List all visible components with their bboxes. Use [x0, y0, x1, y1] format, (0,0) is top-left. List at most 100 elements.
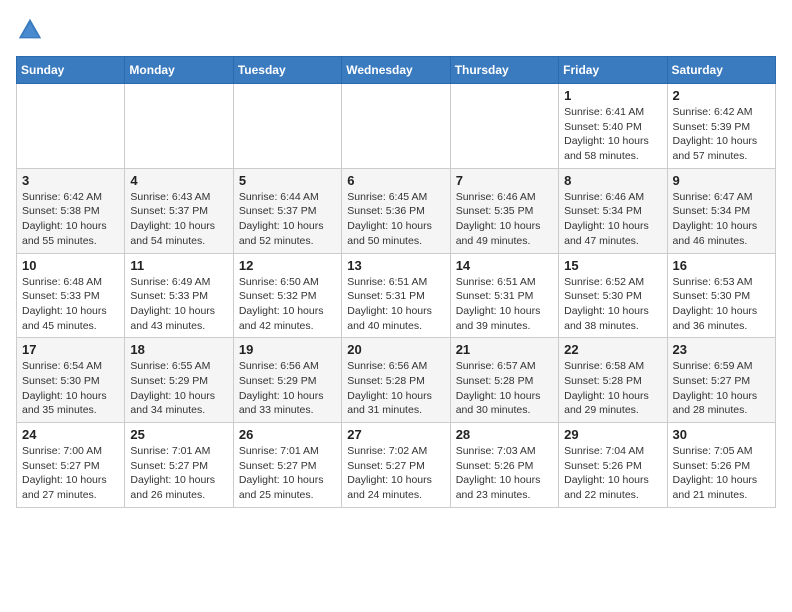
- calendar-cell: [450, 84, 558, 169]
- day-number: 16: [673, 258, 770, 273]
- calendar-cell: 16 Sunrise: 6:53 AM Sunset: 5:30 PM Dayli…: [667, 253, 775, 338]
- day-detail: Sunrise: 6:51 AM Sunset: 5:31 PM Dayligh…: [456, 275, 553, 334]
- calendar-cell: 18 Sunrise: 6:55 AM Sunset: 5:29 PM Dayli…: [125, 338, 233, 423]
- day-detail: Sunrise: 6:55 AM Sunset: 5:29 PM Dayligh…: [130, 359, 227, 418]
- calendar-cell: 27 Sunrise: 7:02 AM Sunset: 5:27 PM Dayli…: [342, 423, 450, 508]
- day-number: 2: [673, 88, 770, 103]
- day-detail: Sunrise: 7:02 AM Sunset: 5:27 PM Dayligh…: [347, 444, 444, 503]
- day-number: 20: [347, 342, 444, 357]
- day-detail: Sunrise: 6:47 AM Sunset: 5:34 PM Dayligh…: [673, 190, 770, 249]
- calendar-cell: 21Sunrise: 6:57 AM Sunset: 5:28 PM Dayli…: [450, 338, 558, 423]
- day-detail: Sunrise: 7:04 AM Sunset: 5:26 PM Dayligh…: [564, 444, 661, 503]
- calendar-cell: 28 Sunrise: 7:03 AM Sunset: 5:26 PM Dayli…: [450, 423, 558, 508]
- weekday-header: Monday: [125, 57, 233, 84]
- day-number: 19: [239, 342, 336, 357]
- day-detail: Sunrise: 6:43 AM Sunset: 5:37 PM Dayligh…: [130, 190, 227, 249]
- day-detail: Sunrise: 6:49 AM Sunset: 5:33 PM Dayligh…: [130, 275, 227, 334]
- day-number: 17: [22, 342, 119, 357]
- day-number: 30: [673, 427, 770, 442]
- day-number: 25: [130, 427, 227, 442]
- weekday-header: Thursday: [450, 57, 558, 84]
- day-number: 13: [347, 258, 444, 273]
- day-detail: Sunrise: 6:51 AM Sunset: 5:31 PM Dayligh…: [347, 275, 444, 334]
- day-number: 8: [564, 173, 661, 188]
- day-detail: Sunrise: 6:50 AM Sunset: 5:32 PM Dayligh…: [239, 275, 336, 334]
- calendar-cell: 14 Sunrise: 6:51 AM Sunset: 5:31 PM Dayli…: [450, 253, 558, 338]
- day-detail: Sunrise: 6:56 AM Sunset: 5:28 PM Dayligh…: [347, 359, 444, 418]
- day-number: 14: [456, 258, 553, 273]
- calendar-cell: 2 Sunrise: 6:42 AM Sunset: 5:39 PM Daylig…: [667, 84, 775, 169]
- calendar-cell: 23 Sunrise: 6:59 AM Sunset: 5:27 PM Dayli…: [667, 338, 775, 423]
- day-number: 24: [22, 427, 119, 442]
- logo: [16, 16, 48, 44]
- day-detail: Sunrise: 6:57 AM Sunset: 5:28 PM Dayligh…: [456, 359, 553, 418]
- day-number: 5: [239, 173, 336, 188]
- calendar-cell: 30 Sunrise: 7:05 AM Sunset: 5:26 PM Dayli…: [667, 423, 775, 508]
- day-number: 9: [673, 173, 770, 188]
- day-detail: Sunrise: 7:00 AM Sunset: 5:27 PM Dayligh…: [22, 444, 119, 503]
- day-number: 23: [673, 342, 770, 357]
- day-detail: Sunrise: 6:41 AM Sunset: 5:40 PM Dayligh…: [564, 105, 661, 164]
- calendar-table: SundayMondayTuesdayWednesdayThursdayFrid…: [16, 56, 776, 508]
- day-number: 10: [22, 258, 119, 273]
- calendar-cell: 19 Sunrise: 6:56 AM Sunset: 5:29 PM Dayli…: [233, 338, 341, 423]
- calendar-cell: 7 Sunrise: 6:46 AM Sunset: 5:35 PM Daylig…: [450, 168, 558, 253]
- calendar-cell: 29 Sunrise: 7:04 AM Sunset: 5:26 PM Dayli…: [559, 423, 667, 508]
- calendar-cell: 12Sunrise: 6:50 AM Sunset: 5:32 PM Dayli…: [233, 253, 341, 338]
- day-number: 28: [456, 427, 553, 442]
- calendar-cell: 25 Sunrise: 7:01 AM Sunset: 5:27 PM Dayli…: [125, 423, 233, 508]
- day-number: 26: [239, 427, 336, 442]
- day-detail: Sunrise: 7:03 AM Sunset: 5:26 PM Dayligh…: [456, 444, 553, 503]
- calendar-cell: 20 Sunrise: 6:56 AM Sunset: 5:28 PM Dayli…: [342, 338, 450, 423]
- calendar-cell: 4 Sunrise: 6:43 AM Sunset: 5:37 PM Daylig…: [125, 168, 233, 253]
- calendar-cell: 15 Sunrise: 6:52 AM Sunset: 5:30 PM Dayli…: [559, 253, 667, 338]
- calendar-header-row: SundayMondayTuesdayWednesdayThursdayFrid…: [17, 57, 776, 84]
- calendar-cell: 9 Sunrise: 6:47 AM Sunset: 5:34 PM Daylig…: [667, 168, 775, 253]
- day-number: 18: [130, 342, 227, 357]
- day-number: 7: [456, 173, 553, 188]
- day-detail: Sunrise: 6:56 AM Sunset: 5:29 PM Dayligh…: [239, 359, 336, 418]
- day-number: 1: [564, 88, 661, 103]
- weekday-header: Friday: [559, 57, 667, 84]
- day-detail: Sunrise: 6:54 AM Sunset: 5:30 PM Dayligh…: [22, 359, 119, 418]
- calendar-cell: 26 Sunrise: 7:01 AM Sunset: 5:27 PM Dayli…: [233, 423, 341, 508]
- day-number: 29: [564, 427, 661, 442]
- day-number: 4: [130, 173, 227, 188]
- calendar-cell: [17, 84, 125, 169]
- calendar-week-row: 3Sunrise: 6:42 AM Sunset: 5:38 PM Daylig…: [17, 168, 776, 253]
- calendar-cell: 5 Sunrise: 6:44 AM Sunset: 5:37 PM Daylig…: [233, 168, 341, 253]
- day-number: 11: [130, 258, 227, 273]
- day-detail: Sunrise: 6:52 AM Sunset: 5:30 PM Dayligh…: [564, 275, 661, 334]
- day-detail: Sunrise: 7:05 AM Sunset: 5:26 PM Dayligh…: [673, 444, 770, 503]
- calendar-cell: 3Sunrise: 6:42 AM Sunset: 5:38 PM Daylig…: [17, 168, 125, 253]
- calendar-cell: 13 Sunrise: 6:51 AM Sunset: 5:31 PM Dayli…: [342, 253, 450, 338]
- calendar-week-row: 17 Sunrise: 6:54 AM Sunset: 5:30 PM Dayli…: [17, 338, 776, 423]
- calendar-cell: [342, 84, 450, 169]
- day-number: 15: [564, 258, 661, 273]
- day-number: 22: [564, 342, 661, 357]
- calendar-cell: 8Sunrise: 6:46 AM Sunset: 5:34 PM Daylig…: [559, 168, 667, 253]
- day-detail: Sunrise: 7:01 AM Sunset: 5:27 PM Dayligh…: [239, 444, 336, 503]
- day-detail: Sunrise: 6:53 AM Sunset: 5:30 PM Dayligh…: [673, 275, 770, 334]
- logo-icon: [16, 16, 44, 44]
- day-detail: Sunrise: 6:42 AM Sunset: 5:39 PM Dayligh…: [673, 105, 770, 164]
- calendar-week-row: 24 Sunrise: 7:00 AM Sunset: 5:27 PM Dayli…: [17, 423, 776, 508]
- day-detail: Sunrise: 6:42 AM Sunset: 5:38 PM Dayligh…: [22, 190, 119, 249]
- day-number: 27: [347, 427, 444, 442]
- day-detail: Sunrise: 7:01 AM Sunset: 5:27 PM Dayligh…: [130, 444, 227, 503]
- day-detail: Sunrise: 6:59 AM Sunset: 5:27 PM Dayligh…: [673, 359, 770, 418]
- calendar-cell: 1 Sunrise: 6:41 AM Sunset: 5:40 PM Daylig…: [559, 84, 667, 169]
- calendar-cell: [125, 84, 233, 169]
- day-detail: Sunrise: 6:46 AM Sunset: 5:35 PM Dayligh…: [456, 190, 553, 249]
- calendar-week-row: 10Sunrise: 6:48 AM Sunset: 5:33 PM Dayli…: [17, 253, 776, 338]
- day-detail: Sunrise: 6:45 AM Sunset: 5:36 PM Dayligh…: [347, 190, 444, 249]
- weekday-header: Saturday: [667, 57, 775, 84]
- day-detail: Sunrise: 6:44 AM Sunset: 5:37 PM Dayligh…: [239, 190, 336, 249]
- weekday-header: Tuesday: [233, 57, 341, 84]
- calendar-week-row: 1 Sunrise: 6:41 AM Sunset: 5:40 PM Daylig…: [17, 84, 776, 169]
- weekday-header: Sunday: [17, 57, 125, 84]
- calendar-cell: [233, 84, 341, 169]
- calendar-cell: 17 Sunrise: 6:54 AM Sunset: 5:30 PM Dayli…: [17, 338, 125, 423]
- day-detail: Sunrise: 6:58 AM Sunset: 5:28 PM Dayligh…: [564, 359, 661, 418]
- calendar-cell: 10Sunrise: 6:48 AM Sunset: 5:33 PM Dayli…: [17, 253, 125, 338]
